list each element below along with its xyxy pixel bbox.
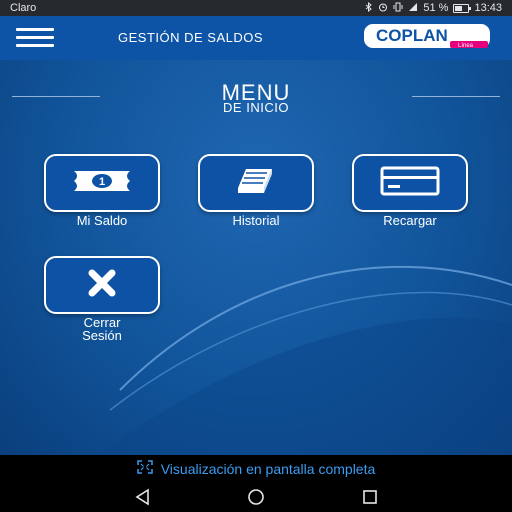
app-bar: GESTIÓN DE SALDOS COPLAN Línea	[0, 16, 512, 60]
back-icon[interactable]	[134, 488, 152, 506]
hamburger-menu-icon[interactable]	[16, 28, 54, 48]
fullscreen-icon	[136, 460, 153, 477]
status-bar: Claro 51 % 13:43	[0, 0, 512, 16]
status-icons: 51 % 13:43	[365, 1, 502, 15]
mi-saldo-label: Mi Saldo	[76, 213, 128, 228]
banknote-icon: 1	[72, 168, 132, 199]
recargar-button[interactable]	[352, 154, 468, 212]
recargar-label: Recargar	[383, 213, 437, 228]
battery-percent: 51 %	[423, 2, 449, 14]
android-navbar	[0, 482, 512, 512]
alarm-icon	[378, 2, 388, 15]
logo-text: COPLAN	[376, 26, 448, 45]
mi-saldo-button[interactable]: 1	[44, 154, 160, 212]
svg-text:1: 1	[99, 176, 105, 188]
menu-subtitle: DE INICIO	[223, 100, 289, 115]
signal-icon	[408, 2, 418, 15]
credit-card-icon	[380, 166, 440, 201]
book-icon	[234, 166, 278, 201]
historial-button[interactable]	[198, 154, 314, 212]
cerrar-sesion-label: Cerrar Sesión	[82, 315, 122, 343]
bluetooth-icon	[365, 1, 373, 15]
home-icon[interactable]	[247, 488, 265, 506]
vibrate-icon	[393, 2, 403, 15]
historial-label: Historial	[232, 213, 280, 228]
logo-subtext: Línea	[458, 43, 474, 49]
cerrar-sesion-button[interactable]	[44, 256, 160, 314]
carrier-label: Claro	[10, 2, 37, 14]
fullscreen-bar[interactable]: Visualización en pantalla completa	[0, 455, 512, 482]
main-content: MENU DE INICIO 1 Mi Saldo Historial Reca…	[0, 60, 512, 455]
recent-apps-icon[interactable]	[361, 488, 379, 506]
app-title: GESTIÓN DE SALDOS	[118, 30, 264, 45]
clock: 13:43	[474, 2, 502, 14]
fullscreen-label[interactable]: Visualización en pantalla completa	[161, 461, 376, 477]
battery-icon	[453, 3, 472, 13]
coplan-logo: COPLAN Línea	[362, 22, 492, 50]
close-icon	[86, 267, 118, 304]
